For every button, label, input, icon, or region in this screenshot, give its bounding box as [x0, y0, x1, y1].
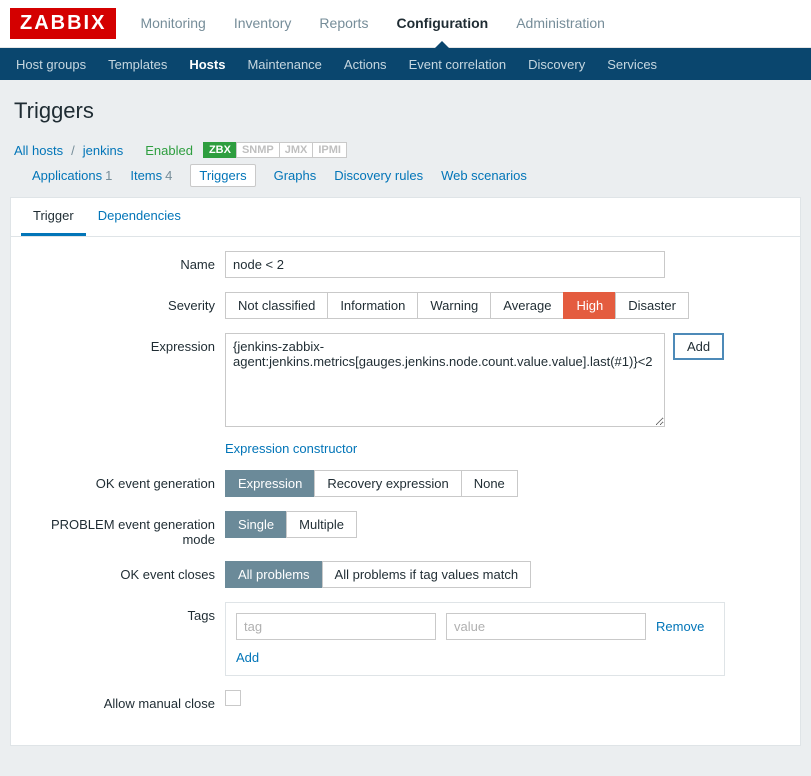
sev-option-high[interactable]: High	[563, 292, 616, 319]
subnav-services[interactable]: Services	[607, 57, 657, 72]
subnav-host-groups[interactable]: Host groups	[16, 57, 86, 72]
tags-label: Tags	[25, 602, 225, 623]
tag-value-input[interactable]	[446, 613, 646, 640]
topnav-inventory[interactable]: Inventory	[234, 15, 292, 33]
logo[interactable]: ZABBIX	[10, 8, 116, 39]
hostlink-applications[interactable]: Applications1	[32, 168, 112, 183]
page-title: Triggers	[14, 98, 801, 124]
proto-zbx: ZBX	[203, 142, 237, 158]
name-label: Name	[25, 251, 225, 272]
topnav-reports[interactable]: Reports	[319, 15, 368, 33]
probgen-option-single[interactable]: Single	[225, 511, 287, 538]
tab-dependencies[interactable]: Dependencies	[86, 198, 193, 236]
okgen-option-none[interactable]: None	[461, 470, 518, 497]
okgen-option-expression[interactable]: Expression	[225, 470, 315, 497]
name-input[interactable]	[225, 251, 665, 278]
tab-trigger[interactable]: Trigger	[21, 198, 86, 236]
okgen-label: OK event generation	[25, 470, 225, 491]
okgen-option-recovery-expression[interactable]: Recovery expression	[314, 470, 461, 497]
expression-textarea[interactable]: {jenkins-zabbix-agent:jenkins.metrics[ga…	[225, 333, 665, 427]
subnav-actions[interactable]: Actions	[344, 57, 387, 72]
okclose-option-all-problems[interactable]: All problems	[225, 561, 323, 588]
subnav-hosts[interactable]: Hosts	[189, 57, 225, 72]
probgen-option-multiple[interactable]: Multiple	[286, 511, 357, 538]
manual-close-label: Allow manual close	[25, 690, 225, 711]
breadcrumb-sep: /	[71, 143, 75, 158]
tag-name-input[interactable]	[236, 613, 436, 640]
tag-remove-link[interactable]: Remove	[656, 619, 704, 634]
topnav-monitoring[interactable]: Monitoring	[140, 15, 205, 33]
tag-add-link[interactable]: Add	[236, 650, 714, 665]
subnav-templates[interactable]: Templates	[108, 57, 167, 72]
sev-option-disaster[interactable]: Disaster	[615, 292, 689, 319]
hostlink-triggers[interactable]: Triggers	[190, 164, 255, 187]
expression-label: Expression	[25, 333, 225, 354]
sev-option-not-classified[interactable]: Not classified	[225, 292, 328, 319]
status-enabled: Enabled	[145, 143, 193, 158]
hostlink-web-scenarios[interactable]: Web scenarios	[441, 168, 527, 183]
okclose-option-all-problems-if-tag-values-match[interactable]: All problems if tag values match	[322, 561, 532, 588]
subnav-discovery[interactable]: Discovery	[528, 57, 585, 72]
breadcrumb-all-hosts[interactable]: All hosts	[14, 143, 63, 158]
probgen-label: PROBLEM event generation mode	[25, 511, 225, 547]
hostlink-count: 4	[165, 168, 172, 183]
proto-ipmi: IPMI	[312, 142, 347, 158]
proto-jmx: JMX	[279, 142, 314, 158]
hostlink-graphs[interactable]: Graphs	[274, 168, 317, 183]
sev-option-information[interactable]: Information	[327, 292, 418, 319]
topnav-configuration[interactable]: Configuration	[396, 15, 488, 33]
sev-option-average[interactable]: Average	[490, 292, 564, 319]
hostlink-items[interactable]: Items4	[130, 168, 172, 183]
topnav-administration[interactable]: Administration	[516, 15, 605, 33]
topnav-caret-icon	[435, 41, 449, 48]
subnav-event-correlation[interactable]: Event correlation	[409, 57, 507, 72]
expression-constructor-link[interactable]: Expression constructor	[225, 441, 357, 456]
proto-snmp: SNMP	[236, 142, 280, 158]
manual-close-checkbox[interactable]	[225, 690, 241, 706]
severity-label: Severity	[25, 292, 225, 313]
breadcrumb-host[interactable]: jenkins	[83, 143, 123, 158]
hostlink-discovery-rules[interactable]: Discovery rules	[334, 168, 423, 183]
sev-option-warning[interactable]: Warning	[417, 292, 491, 319]
tags-box: Remove Add	[225, 602, 725, 676]
expression-add-button[interactable]: Add	[673, 333, 724, 360]
subnav-maintenance[interactable]: Maintenance	[247, 57, 321, 72]
okclose-label: OK event closes	[25, 561, 225, 582]
hostlink-count: 1	[105, 168, 112, 183]
